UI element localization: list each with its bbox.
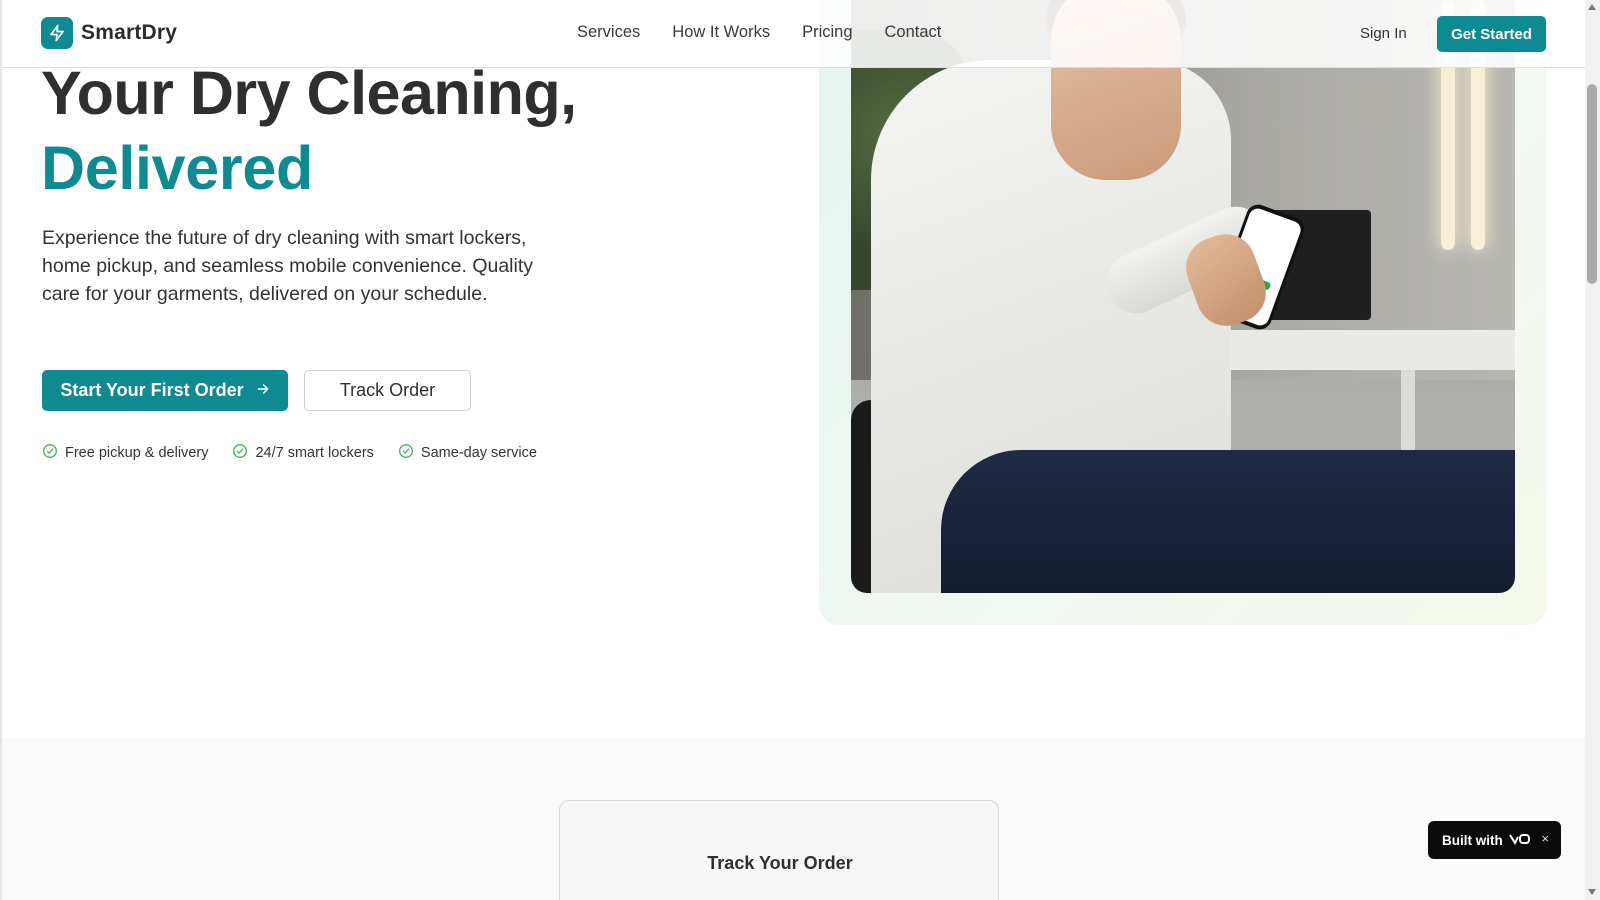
nav-link-pricing[interactable]: Pricing [802, 23, 852, 42]
feature-label: Free pickup & delivery [65, 445, 209, 461]
hero-description: Experience the future of dry cleaning wi… [42, 227, 534, 305]
feature-list: Free pickup & delivery 24/7 smart locker… [42, 443, 537, 463]
feature-item: Same-day service [398, 443, 537, 463]
nav-link-contact[interactable]: Contact [885, 23, 942, 42]
hero-photo [851, 0, 1515, 593]
main-nav: Services How It Works Pricing Contact [577, 23, 941, 42]
page-scrollbar[interactable] [1585, 0, 1600, 900]
nav-link-how-it-works[interactable]: How It Works [672, 23, 770, 42]
hero-image-card [819, 0, 1547, 625]
nav-link-services[interactable]: Services [577, 23, 640, 42]
built-with-badge[interactable]: Built with × [1428, 821, 1561, 859]
brand-logo[interactable]: SmartDry [41, 17, 177, 49]
page: SmartDry Services How It Works Pricing C… [0, 0, 1585, 900]
track-order-button[interactable]: Track Order [304, 370, 471, 411]
scroll-up-arrow-icon[interactable] [1588, 4, 1596, 10]
track-order-title: Track Your Order [707, 853, 853, 873]
arrow-right-icon [256, 380, 270, 401]
lightning-icon [41, 17, 73, 49]
check-circle-icon [232, 443, 248, 463]
feature-label: 24/7 smart lockers [255, 445, 374, 461]
scrollbar-thumb[interactable] [1587, 84, 1597, 284]
scroll-down-arrow-icon[interactable] [1588, 889, 1596, 895]
feature-item: Free pickup & delivery [42, 443, 208, 463]
built-with-label: Built with [1442, 832, 1503, 848]
check-circle-icon [398, 443, 414, 463]
track-order-card: Track Your Order [559, 800, 999, 900]
start-first-order-label: Start Your First Order [60, 380, 244, 400]
get-started-button[interactable]: Get Started [1437, 16, 1546, 52]
site-header: SmartDry Services How It Works Pricing C… [2, 0, 1585, 68]
sign-in-link[interactable]: Sign In [1360, 25, 1407, 42]
close-icon[interactable]: × [1541, 831, 1549, 846]
feature-label: Same-day service [420, 445, 537, 461]
start-first-order-button[interactable]: Start Your First Order [42, 370, 288, 411]
check-circle-icon [42, 443, 58, 463]
hero-headline: Your Dry Cleaning, [41, 59, 577, 127]
brand-name: SmartDry [81, 21, 178, 44]
feature-item: 24/7 smart lockers [232, 443, 374, 463]
hero-headline-accent: Delivered [41, 134, 313, 202]
v0-logo-icon [1508, 833, 1531, 848]
